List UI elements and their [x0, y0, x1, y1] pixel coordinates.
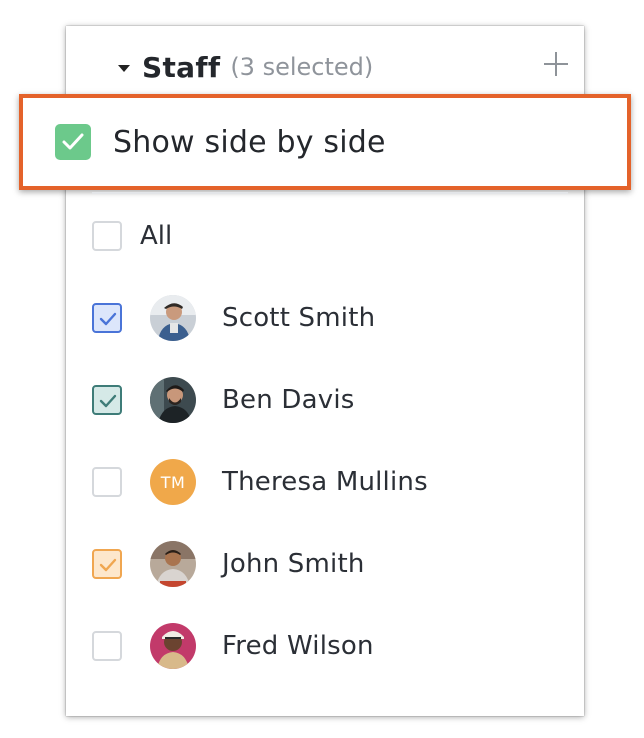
staff-checkbox[interactable]: [92, 303, 122, 333]
check-icon: [99, 558, 117, 572]
avatar: [150, 623, 196, 669]
staff-name: John Smith: [222, 549, 365, 579]
show-side-by-side-checkbox[interactable]: [55, 124, 91, 160]
staff-checkbox[interactable]: [92, 467, 122, 497]
list-item-staff[interactable]: John Smith: [92, 538, 562, 590]
staff-name: Scott Smith: [222, 303, 376, 333]
avatar: [150, 541, 196, 587]
avatar: [150, 295, 196, 341]
check-icon: [62, 133, 84, 150]
caret-down-icon[interactable]: [118, 64, 130, 72]
staff-checkbox[interactable]: [92, 385, 122, 415]
list-item-staff[interactable]: TM Theresa Mullins: [92, 456, 562, 508]
avatar-initials: TM: [150, 459, 196, 505]
show-side-by-side-option[interactable]: Show side by side: [19, 94, 631, 190]
staff-name: Theresa Mullins: [222, 467, 428, 497]
staff-name: Ben Davis: [222, 385, 355, 415]
staff-checkbox[interactable]: [92, 631, 122, 661]
check-icon: [99, 394, 117, 408]
staff-section-header[interactable]: Staff (3 selected): [118, 42, 578, 92]
list-item-staff[interactable]: Fred Wilson: [92, 620, 562, 672]
section-title: Staff: [142, 50, 221, 84]
selected-count: (3 selected): [230, 53, 374, 81]
divider: [92, 192, 568, 194]
plus-icon[interactable]: [542, 50, 570, 78]
staff-name: Fred Wilson: [222, 631, 374, 661]
show-side-by-side-label: Show side by side: [113, 124, 386, 160]
list-item-staff[interactable]: Ben Davis: [92, 374, 562, 426]
staff-checkbox[interactable]: [92, 549, 122, 579]
all-checkbox[interactable]: [92, 221, 122, 251]
list-item-staff[interactable]: Scott Smith: [92, 292, 562, 344]
all-label: All: [140, 221, 173, 251]
list-item-all[interactable]: All: [92, 210, 562, 262]
check-icon: [99, 312, 117, 326]
avatar: [150, 377, 196, 423]
